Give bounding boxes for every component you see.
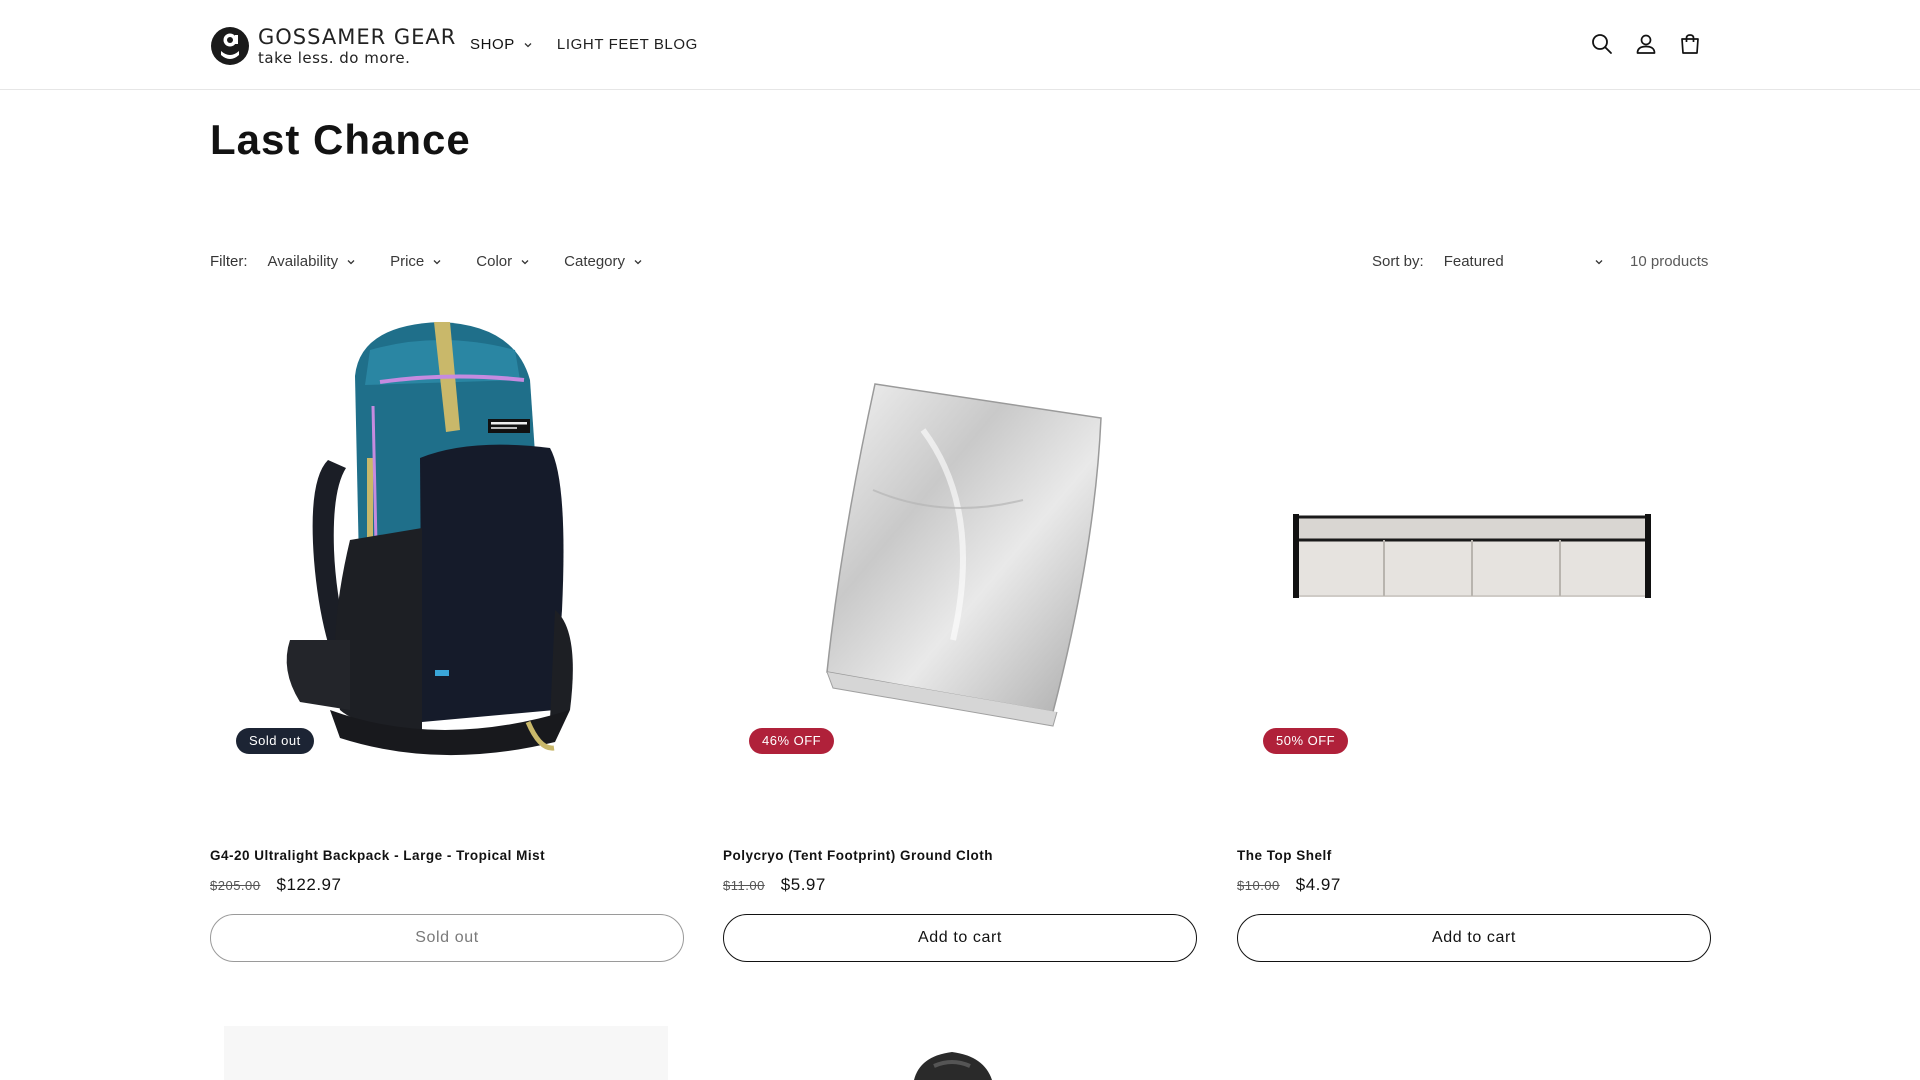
nav-shop[interactable]: SHOP bbox=[470, 36, 533, 53]
top-shelf-image bbox=[1293, 514, 1651, 598]
filter-availability-label: Availability bbox=[267, 253, 339, 270]
filter-price-label: Price bbox=[390, 253, 425, 270]
product-title[interactable]: G4-20 Ultralight Backpack - Large - Trop… bbox=[210, 848, 545, 863]
filter-bar: Filter: Availability Price Color Categor… bbox=[210, 253, 677, 270]
chevron-down-icon bbox=[347, 259, 355, 264]
product-card: 50% OFF The Top Shelf $10.00 $4.97 Add t… bbox=[1237, 310, 1711, 962]
price-original: $11.00 bbox=[723, 878, 765, 893]
nav-shop-label: SHOP bbox=[470, 36, 515, 53]
price-row: $205.00 $122.97 bbox=[210, 875, 341, 895]
search-icon[interactable] bbox=[1590, 32, 1614, 56]
price-row: $10.00 $4.97 bbox=[1237, 875, 1341, 895]
sort-label: Sort by: bbox=[1372, 253, 1424, 270]
product-image-link[interactable]: 46% OFF bbox=[723, 310, 1197, 784]
account-icon[interactable] bbox=[1634, 32, 1658, 56]
product-count: 10 products bbox=[1630, 253, 1709, 270]
filter-category-label: Category bbox=[564, 253, 626, 270]
sort-control: Sort by: Featured bbox=[1372, 253, 1604, 270]
product-image-link[interactable]: 50% OFF bbox=[1237, 310, 1711, 784]
sold-out-button[interactable]: Sold out bbox=[210, 914, 684, 962]
product-title[interactable]: The Top Shelf bbox=[1237, 848, 1332, 863]
price-row: $11.00 $5.97 bbox=[723, 875, 826, 895]
product-image-partial[interactable] bbox=[224, 1026, 668, 1080]
chevron-down-icon bbox=[634, 259, 642, 264]
chevron-down-icon bbox=[433, 259, 441, 264]
page-title: Last Chance bbox=[210, 116, 471, 163]
price-original: $10.00 bbox=[1237, 878, 1280, 893]
header-icons bbox=[1590, 32, 1722, 56]
nav-blog[interactable]: LIGHT FEET BLOG bbox=[557, 36, 698, 53]
discount-badge: 50% OFF bbox=[1263, 728, 1349, 754]
backpack-image bbox=[286, 322, 573, 756]
filter-price[interactable]: Price bbox=[390, 253, 442, 270]
price-sale: $4.97 bbox=[1295, 875, 1341, 894]
main-nav: SHOP LIGHT FEET BLOG bbox=[470, 36, 698, 53]
nav-blog-label: LIGHT FEET BLOG bbox=[556, 36, 698, 53]
filter-label: Filter: bbox=[210, 253, 248, 270]
logo[interactable]: GOSSAMER GEAR take less. do more. bbox=[210, 26, 456, 66]
filter-availability[interactable]: Availability bbox=[268, 253, 357, 270]
brand-tagline: take less. do more. bbox=[258, 48, 411, 67]
cart-icon[interactable] bbox=[1678, 32, 1702, 56]
price-original: $205.00 bbox=[210, 878, 261, 893]
add-to-cart-button[interactable]: Add to cart bbox=[1237, 914, 1711, 962]
brand-name: GOSSAMER GEAR bbox=[258, 24, 457, 49]
chevron-down-icon bbox=[524, 42, 532, 47]
filter-category[interactable]: Category bbox=[564, 253, 643, 270]
sort-select[interactable]: Featured bbox=[1444, 253, 1604, 270]
add-to-cart-button[interactable]: Add to cart bbox=[723, 914, 1197, 962]
sold-out-badge: Sold out bbox=[236, 728, 314, 754]
product-title[interactable]: Polycryo (Tent Footprint) Ground Cloth bbox=[723, 848, 993, 863]
product-card: Sold out G4-20 Ultralight Backpack - Lar… bbox=[210, 310, 684, 962]
product-image-partial[interactable] bbox=[900, 1026, 1020, 1080]
product-image-link[interactable]: Sold out bbox=[210, 310, 684, 784]
chevron-down-icon bbox=[521, 259, 529, 264]
product-card: 46% OFF Polycryo (Tent Footprint) Ground… bbox=[723, 310, 1197, 962]
filter-color-label: Color bbox=[476, 253, 513, 270]
filter-color[interactable]: Color bbox=[476, 253, 530, 270]
site-header: GOSSAMER GEAR take less. do more. SHOP L… bbox=[0, 0, 1920, 90]
discount-badge: 46% OFF bbox=[749, 728, 835, 754]
chevron-down-icon bbox=[1595, 259, 1603, 264]
ground-cloth-image bbox=[803, 378, 1119, 727]
price-sale: $5.97 bbox=[780, 875, 826, 894]
sort-selected-value: Featured bbox=[1443, 253, 1504, 270]
price-sale: $122.97 bbox=[276, 875, 342, 894]
logo-mark-icon bbox=[211, 27, 249, 65]
